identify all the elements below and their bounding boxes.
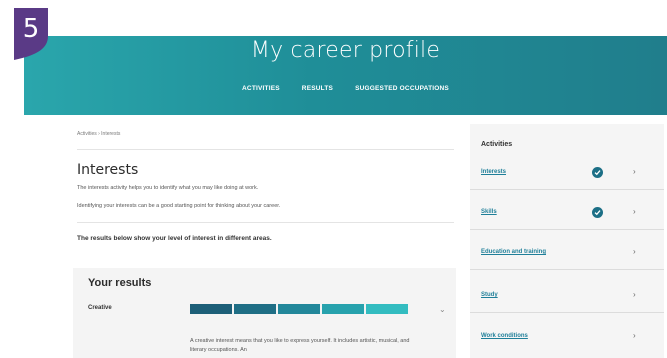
nav-activities[interactable]: ACTIVITIES	[242, 85, 280, 92]
step-badge: 5	[12, 8, 50, 60]
page-title: My career profile	[250, 38, 441, 63]
divider	[470, 189, 664, 190]
activities-sidebar: Activities Interests › Skills › Educatio…	[470, 124, 664, 358]
page: 5 My career profile ACTIVITIES RESULTS S…	[0, 0, 667, 358]
intro-text: Identifying your interests can be a good…	[77, 203, 281, 209]
level-segment	[190, 304, 232, 314]
chevron-right-icon[interactable]: ›	[633, 247, 636, 256]
sidebar-title: Activities	[481, 141, 513, 148]
level-segment	[278, 304, 320, 314]
chevron-right-icon[interactable]: ›	[633, 167, 636, 176]
chevron-right-icon[interactable]: ›	[633, 207, 636, 216]
sidebar-item-label[interactable]: Work conditions	[481, 333, 528, 339]
nav-results[interactable]: RESULTS	[302, 85, 333, 92]
divider	[470, 269, 664, 270]
sidebar-item-label[interactable]: Study	[481, 292, 498, 298]
page-header: My career profile ACTIVITIES RESULTS SUG…	[24, 36, 667, 115]
level-segment	[322, 304, 364, 314]
check-circle-icon	[592, 167, 603, 178]
interest-description: A creative interest means that you like …	[190, 338, 410, 353]
divider	[77, 222, 454, 223]
divider	[77, 149, 454, 150]
sidebar-item-skills[interactable]: Skills ›	[470, 204, 664, 224]
intro-text: The interests activity helps you to iden…	[77, 185, 259, 191]
divider	[470, 229, 664, 230]
level-segment	[234, 304, 276, 314]
level-segment	[366, 304, 408, 314]
expand-icon[interactable]: ⌄	[439, 305, 446, 314]
sidebar-item-work-conditions[interactable]: Work conditions ›	[470, 328, 664, 348]
results-lead: The results below show your level of int…	[77, 235, 272, 242]
results-panel: Your results Creative ⌄ A creative inter…	[73, 268, 456, 358]
divider	[470, 312, 664, 313]
sidebar-item-study[interactable]: Study ›	[470, 287, 664, 307]
chevron-right-icon[interactable]: ›	[633, 331, 636, 340]
interest-category: Creative	[88, 305, 112, 311]
check-circle-icon	[592, 207, 603, 218]
sidebar-item-education[interactable]: Education and training ›	[470, 244, 664, 264]
nav-suggested-occupations[interactable]: SUGGESTED OCCUPATIONS	[355, 85, 449, 92]
results-title: Your results	[88, 277, 152, 289]
interest-level-bar	[190, 304, 408, 314]
step-number: 5	[22, 14, 40, 44]
sidebar-item-interests[interactable]: Interests ›	[470, 164, 664, 184]
breadcrumb[interactable]: Activities › Interests	[77, 131, 120, 137]
chevron-right-icon[interactable]: ›	[633, 290, 636, 299]
sidebar-item-label[interactable]: Interests	[481, 169, 506, 175]
sidebar-item-label[interactable]: Skills	[481, 209, 497, 215]
header-nav: ACTIVITIES RESULTS SUGGESTED OCCUPATIONS	[24, 85, 667, 92]
section-title: Interests	[77, 162, 139, 178]
sidebar-item-label[interactable]: Education and training	[481, 249, 546, 255]
